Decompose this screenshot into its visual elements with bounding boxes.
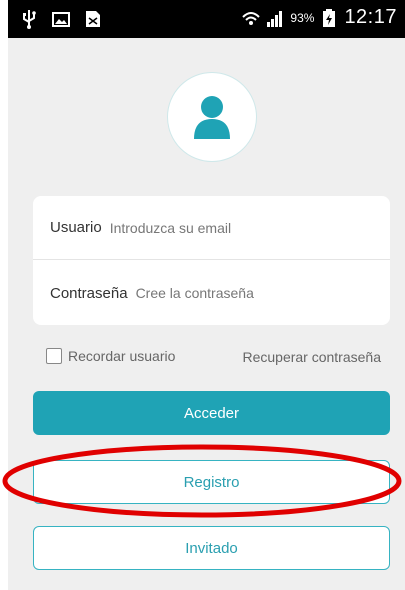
wifi-icon xyxy=(242,11,261,25)
image-icon xyxy=(52,12,70,27)
sim-icon xyxy=(86,11,100,27)
remember-label: Recordar usuario xyxy=(68,348,176,364)
remember-checkbox[interactable] xyxy=(46,348,62,364)
password-row: Contraseña xyxy=(33,261,390,325)
email-field[interactable] xyxy=(109,219,330,236)
recover-password-link[interactable]: Recuperar contraseña xyxy=(242,349,381,365)
login-form: Usuario Contraseña xyxy=(33,196,390,325)
username-row: Usuario xyxy=(33,196,390,260)
login-button[interactable]: Acceder xyxy=(33,391,390,435)
status-bar: 93% 12:17 xyxy=(8,0,405,38)
battery-percent: 93% xyxy=(290,10,315,25)
signal-icon xyxy=(267,10,283,27)
password-label: Contraseña xyxy=(50,284,128,302)
remember-user[interactable]: Recordar usuario xyxy=(46,348,175,364)
app-screen: 93% 12:17 Usuario Contraseña Recordar us… xyxy=(8,0,405,590)
guest-button[interactable]: Invitado xyxy=(33,526,390,570)
user-icon xyxy=(194,96,230,139)
password-field[interactable] xyxy=(135,285,356,301)
username-label: Usuario xyxy=(50,219,102,236)
status-right-icons: 93% 12:17 xyxy=(242,6,397,29)
battery-charging-icon xyxy=(323,8,336,27)
clock: 12:17 xyxy=(344,6,397,28)
usb-icon xyxy=(23,10,36,29)
status-left-icons xyxy=(20,9,102,29)
register-button[interactable]: Registro xyxy=(33,460,390,504)
avatar xyxy=(167,72,257,162)
